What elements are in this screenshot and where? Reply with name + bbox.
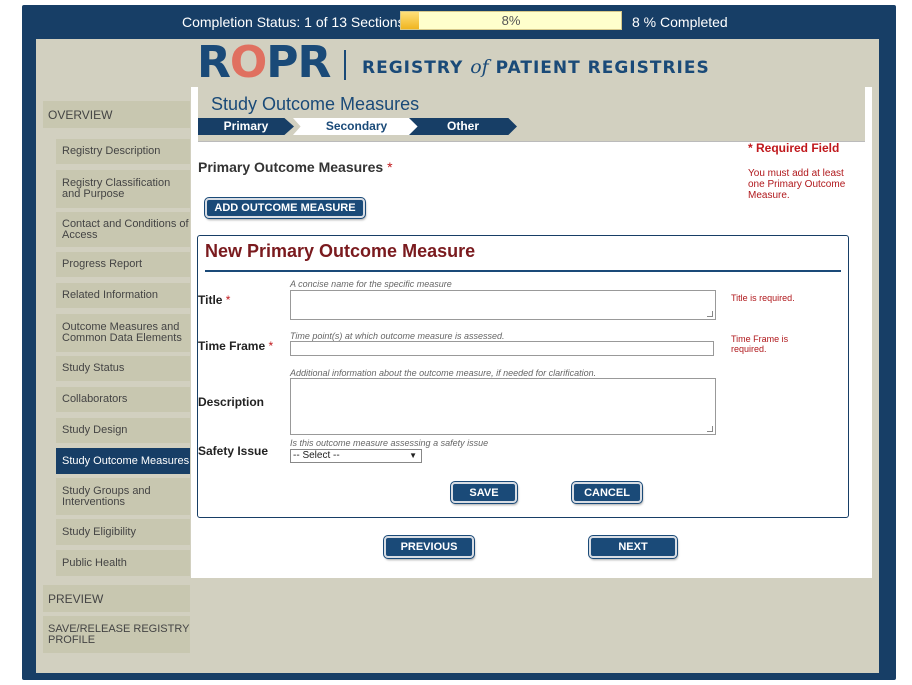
required-measure-warning: You must add at least one Primary Outcom…: [748, 168, 846, 201]
next-button[interactable]: NEXT: [589, 536, 677, 558]
form-divider: [205, 270, 841, 272]
sidebar-save-release[interactable]: SAVE/RELEASE REGISTRY PROFILE: [43, 616, 190, 653]
add-outcome-measure-button[interactable]: ADD OUTCOME MEASURE: [205, 198, 365, 218]
sidebar-item-contact-access[interactable]: Contact and Conditions of Access: [56, 212, 190, 247]
title-error: Title is required.: [731, 293, 795, 303]
sidebar-overview[interactable]: OVERVIEW: [43, 101, 190, 128]
logo-subtitle: REGISTRY of PATIENT REGISTRIES: [362, 56, 710, 78]
safety-issue-label: Safety Issue: [198, 444, 269, 458]
sidebar-item-collaborators[interactable]: Collaborators: [56, 387, 190, 412]
required-star: *: [387, 159, 393, 175]
safety-issue-hint: Is this outcome measure assessing a safe…: [290, 438, 489, 448]
resize-handle[interactable]: [707, 311, 713, 317]
step-secondary[interactable]: Secondary: [293, 118, 420, 135]
sidebar-item-study-design[interactable]: Study Design: [56, 418, 190, 443]
required-field-note: * Required Field: [748, 141, 840, 155]
description-label: Description: [198, 395, 265, 409]
title-input[interactable]: [290, 290, 716, 320]
safety-issue-select[interactable]: -- Select -- ▼: [290, 449, 422, 463]
logo-wordmark: ROPR: [197, 37, 331, 88]
save-button[interactable]: SAVE: [451, 482, 517, 503]
sidebar-item-registry-description[interactable]: Registry Description: [56, 139, 190, 164]
page-title: Study Outcome Measures: [211, 94, 420, 114]
sidebar-item-progress-report[interactable]: Progress Report: [56, 252, 190, 277]
previous-button[interactable]: PREVIOUS: [384, 536, 474, 558]
sidebar-item-outcome-measures-cde[interactable]: Outcome Measures and Common Data Element…: [56, 314, 190, 352]
sidebar-item-public-health[interactable]: Public Health: [56, 550, 190, 576]
resize-handle[interactable]: [707, 426, 713, 432]
timeframe-input[interactable]: [290, 341, 714, 356]
step-other[interactable]: Other: [409, 118, 517, 135]
sidebar-item-study-eligibility[interactable]: Study Eligibility: [56, 519, 190, 545]
sidebar-item-registry-classification[interactable]: Registry Classification and Purpose: [56, 170, 190, 208]
sidebar-item-study-status[interactable]: Study Status: [56, 356, 190, 381]
completion-progress-bar: 8%: [400, 11, 622, 30]
sidebar-item-study-groups[interactable]: Study Groups and Interventions: [56, 478, 190, 515]
timeframe-hint: Time point(s) at which outcome measure i…: [290, 331, 505, 341]
title-hint: A concise name for the specific measure: [290, 279, 452, 289]
timeframe-error: Time Frame is required.: [731, 334, 789, 354]
completed-text: 8 % Completed: [632, 14, 728, 30]
section-heading: Primary Outcome Measures *: [198, 159, 393, 175]
sidebar-item-related-information[interactable]: Related Information: [56, 283, 190, 308]
sidebar-item-study-outcome-measures[interactable]: Study Outcome Measures: [56, 448, 190, 474]
step-primary[interactable]: Primary: [198, 118, 294, 135]
logo-divider: [344, 50, 346, 80]
sidebar-preview[interactable]: PREVIEW: [43, 585, 190, 612]
description-hint: Additional information about the outcome…: [290, 368, 597, 378]
completion-status-text: Completion Status: 1 of 13 Sections: [182, 14, 405, 30]
timeframe-label: Time Frame *: [198, 339, 274, 353]
title-label: Title *: [198, 293, 231, 307]
progress-percent-label: 8%: [501, 13, 521, 28]
description-input[interactable]: [290, 378, 716, 435]
cancel-button[interactable]: CANCEL: [572, 482, 642, 503]
form-heading: New Primary Outcome Measure: [205, 241, 476, 261]
dropdown-arrow-icon: ▼: [409, 451, 417, 460]
